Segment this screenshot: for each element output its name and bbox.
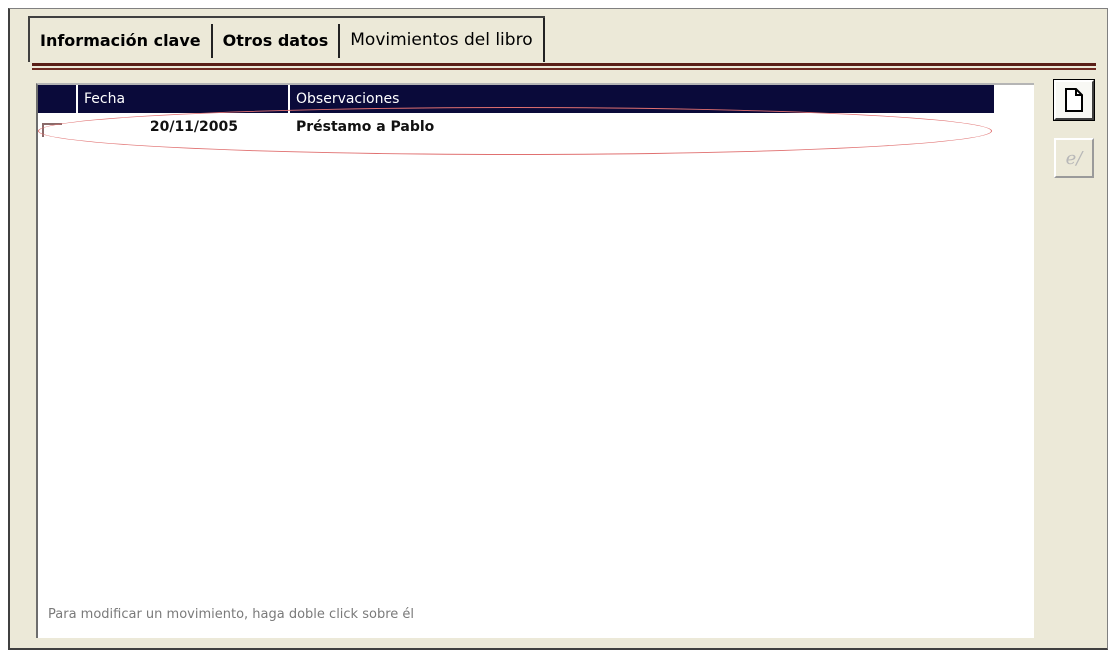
tab-movimientos-del-libro[interactable]: Movimientos del libro [340, 18, 542, 62]
cell-fecha: 20/11/2005 [149, 119, 238, 135]
edit-icon: e/ [1065, 147, 1083, 169]
tab-informacion-clave[interactable]: Información clave [30, 18, 211, 62]
column-header-observaciones[interactable]: Observaciones [288, 85, 994, 113]
hint-text: Para modificar un movimiento, haga doble… [48, 607, 414, 622]
column-header-fecha[interactable]: Fecha [76, 85, 288, 113]
cell-observaciones: Préstamo a Pablo [296, 119, 435, 135]
list-header: Fecha Observaciones [38, 85, 994, 113]
tab-strip: Información clave Otros datos Movimiento… [28, 16, 545, 64]
movements-list[interactable]: Fecha Observaciones 20/11/2005 Préstamo … [36, 83, 1034, 638]
table-row[interactable]: 20/11/2005 Préstamo a Pablo [38, 115, 994, 141]
new-document-icon [1065, 88, 1083, 112]
edit-movement-button[interactable]: e/ [1054, 138, 1094, 178]
tab-otros-datos[interactable]: Otros datos [213, 18, 339, 62]
tab-underline [32, 63, 1096, 66]
new-movement-button[interactable] [1053, 79, 1095, 121]
tab-divider [542, 18, 545, 62]
row-selector-icon[interactable] [42, 123, 62, 137]
tab-underline-secondary [32, 68, 1096, 70]
